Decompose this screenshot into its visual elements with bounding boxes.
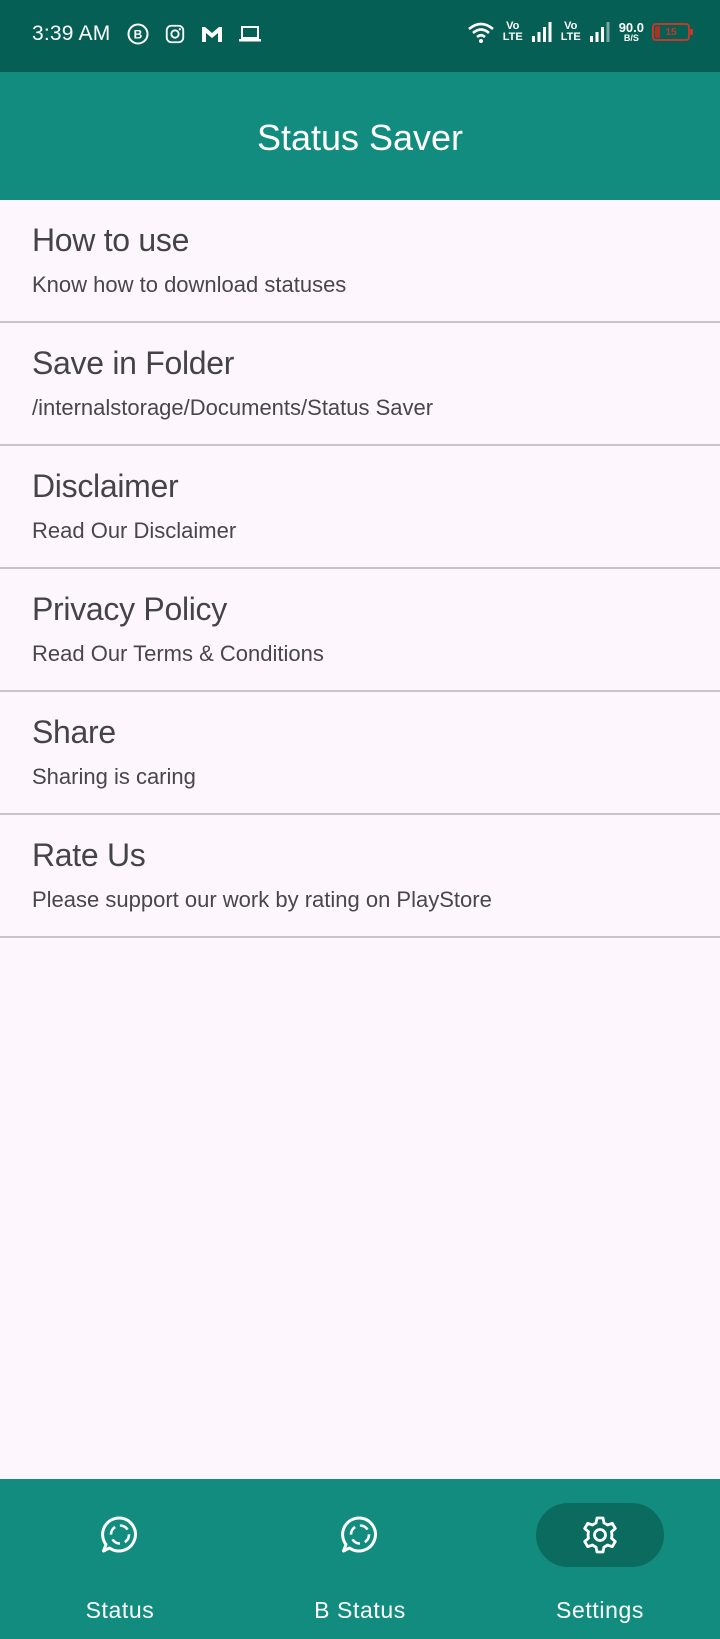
settings-item-title: Share (32, 714, 116, 750)
signal-icon-2 (589, 21, 611, 43)
battery-fill (655, 26, 661, 38)
laptop-icon (238, 24, 262, 44)
bottom-navigation: Status B Status Settings (0, 1479, 720, 1639)
settings-item-subtitle: Read Our Terms & Conditions (32, 641, 324, 666)
svg-text:B: B (134, 28, 143, 42)
signal-icon (531, 21, 553, 43)
battery-icon: 15 (652, 23, 693, 41)
network-speed-unit: B/S (623, 33, 639, 43)
settings-item-title: Disclaimer (32, 468, 179, 504)
settings-item-privacy-policy[interactable]: Privacy Policy Read Our Terms & Conditio… (0, 569, 720, 692)
nav-item-status[interactable]: Status (0, 1479, 240, 1639)
nav-item-settings[interactable]: Settings (480, 1479, 720, 1639)
settings-item-title: Privacy Policy (32, 591, 227, 627)
settings-item-title: How to use (32, 222, 190, 258)
settings-item-subtitle: /internalstorage/Documents/Status Saver (32, 395, 434, 420)
system-icons: Vo LTE Vo LTE 90.0 B/S 15 (467, 20, 693, 44)
instagram-icon (164, 23, 186, 45)
wifi-icon (467, 20, 495, 44)
business-chat-icon: B (126, 22, 150, 46)
settings-item-subtitle: Read Our Disclaimer (32, 518, 237, 543)
status-bar: 3:39 AM B Vo LTE Vo LTE 90.0 B/S 15 (0, 0, 720, 72)
settings-item-how-to-use[interactable]: How to use Know how to download statuses (0, 200, 720, 323)
nav-label: Settings (556, 1597, 644, 1623)
whatsapp-business-status-icon (340, 1515, 380, 1555)
nav-label: B Status (314, 1597, 406, 1623)
settings-item-subtitle: Sharing is caring (32, 764, 196, 789)
status-time: 3:39 AM (32, 22, 111, 45)
nav-item-b-status[interactable]: B Status (240, 1479, 480, 1639)
settings-item-share[interactable]: Share Sharing is caring (0, 692, 720, 815)
gmail-icon (200, 23, 224, 45)
volte-bottom-label: LTE (502, 31, 523, 43)
battery-level-text: 15 (665, 26, 677, 38)
settings-item-rate-us[interactable]: Rate Us Please support our work by ratin… (0, 815, 720, 938)
volte-indicator-1: Vo LTE (503, 21, 523, 43)
settings-item-save-in-folder[interactable]: Save in Folder /internalstorage/Document… (0, 323, 720, 446)
settings-item-title: Save in Folder (32, 345, 235, 381)
network-speed: 90.0 B/S (619, 21, 644, 43)
volte-indicator-2: Vo LTE (561, 21, 581, 43)
app-bar: Status Saver (0, 72, 720, 200)
whatsapp-status-icon (100, 1515, 140, 1555)
settings-item-disclaimer[interactable]: Disclaimer Read Our Disclaimer (0, 446, 720, 569)
page-title: Status Saver (256, 117, 464, 158)
nav-label: Status (85, 1597, 155, 1623)
notification-icons: B (126, 22, 262, 46)
settings-list: How to use Know how to download statuses… (0, 200, 720, 938)
gear-icon (580, 1515, 620, 1555)
settings-item-subtitle: Please support our work by rating on Pla… (32, 887, 492, 912)
settings-item-subtitle: Know how to download statuses (32, 272, 347, 297)
settings-item-title: Rate Us (32, 837, 146, 873)
volte-bottom-label-2: LTE (560, 31, 581, 43)
